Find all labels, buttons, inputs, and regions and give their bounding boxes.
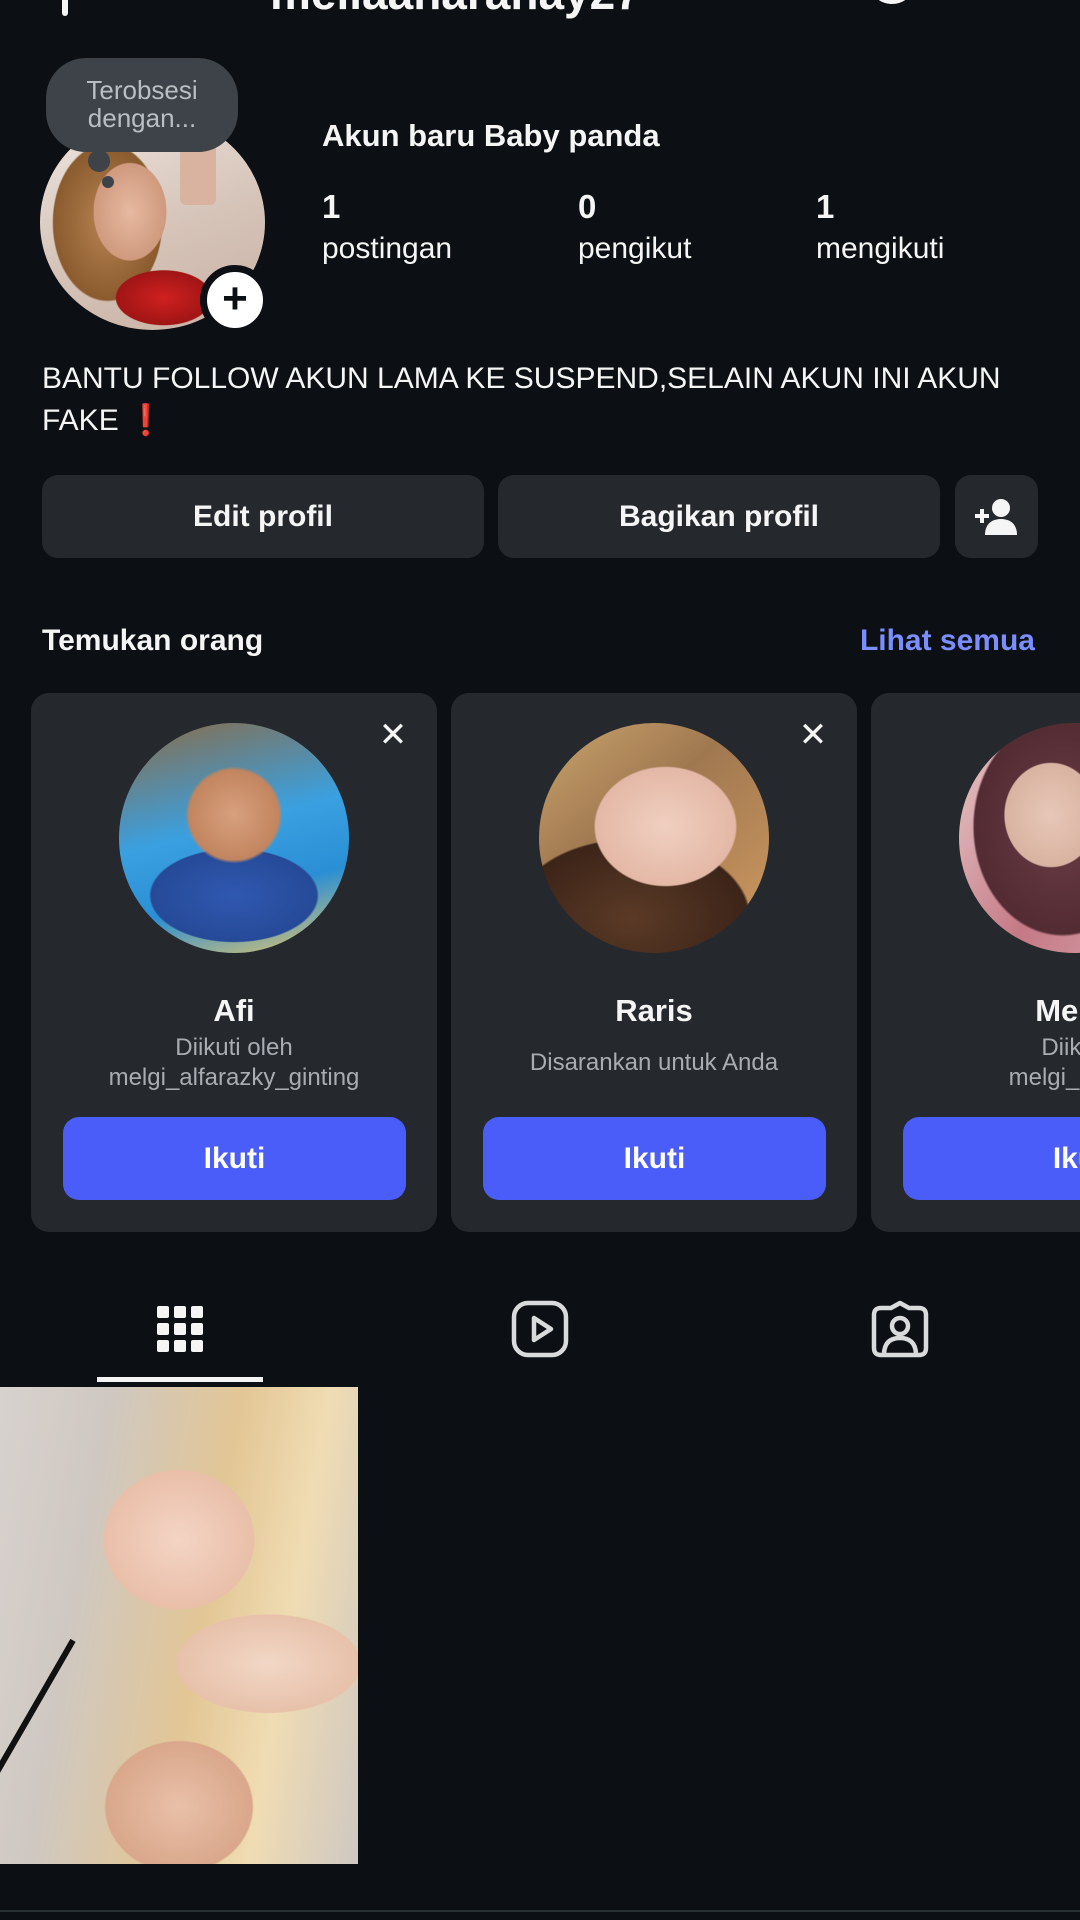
suggestion-card[interactable]: Melis Diikuti melgi_alfara Iku bbox=[871, 693, 1080, 1232]
suggestion-reason-user: melgi_alfara bbox=[1008, 1064, 1080, 1091]
top-bar: meliaaharahay27 bbox=[0, 0, 1080, 26]
profile-tabs bbox=[0, 1288, 1080, 1384]
stat-label: mengikuti bbox=[816, 232, 945, 265]
suggestion-avatar[interactable] bbox=[119, 723, 349, 953]
follow-button[interactable]: Ikuti bbox=[483, 1117, 826, 1200]
suggest-people-button[interactable] bbox=[955, 475, 1038, 558]
follow-button[interactable]: Iku bbox=[903, 1117, 1080, 1200]
suggestion-avatar[interactable] bbox=[539, 723, 769, 953]
suggestion-reason: Disarankan untuk Anda bbox=[529, 1049, 779, 1076]
suggestion-avatar[interactable] bbox=[959, 723, 1080, 953]
stat-value: 1 bbox=[816, 188, 835, 225]
add-story-icon[interactable]: + bbox=[200, 265, 270, 335]
stat-value: 1 bbox=[322, 188, 341, 225]
tab-reels[interactable] bbox=[450, 1288, 630, 1384]
stat-posts[interactable]: 1 postingan bbox=[322, 188, 452, 266]
divider bbox=[0, 1910, 1080, 1912]
close-icon[interactable]: ✕ bbox=[793, 715, 833, 755]
threads-icon[interactable] bbox=[868, 0, 916, 4]
suggestion-reason: Diikuti bbox=[1041, 1034, 1080, 1061]
suggestion-reason-user: melgi_alfarazky_ginting bbox=[108, 1064, 360, 1091]
suggestion-card[interactable]: ✕ Raris Disarankan untuk Anda Ikuti bbox=[451, 693, 857, 1232]
stat-followers[interactable]: 0 pengikut bbox=[578, 188, 691, 266]
suggestion-reason: Diikuti oleh bbox=[175, 1034, 293, 1061]
stat-label: pengikut bbox=[578, 232, 692, 265]
stat-label: postingan bbox=[322, 232, 453, 265]
tab-posts[interactable] bbox=[90, 1288, 270, 1384]
reels-icon bbox=[511, 1300, 569, 1358]
tagged-icon bbox=[871, 1300, 929, 1358]
suggestion-name: Afi bbox=[213, 993, 255, 1028]
bio-text: BANTU FOLLOW AKUN LAMA KE SUSPEND,SELAIN… bbox=[42, 362, 1001, 437]
discover-people-title: Temukan orang bbox=[42, 624, 264, 657]
suggestion-carousel[interactable]: ✕ Afi Diikuti oleh melgi_alfarazky_ginti… bbox=[31, 693, 1080, 1233]
stat-value: 0 bbox=[578, 188, 597, 225]
add-person-icon bbox=[975, 499, 1017, 535]
note-text: Terobsesi dengan... bbox=[86, 75, 198, 133]
share-profile-button[interactable]: Bagikan profil bbox=[498, 475, 940, 558]
display-name: Akun baru Baby panda bbox=[322, 118, 660, 153]
note-bubble[interactable]: Terobsesi dengan... bbox=[46, 58, 238, 188]
grid-icon bbox=[157, 1306, 203, 1352]
see-all-link[interactable]: Lihat semua bbox=[860, 624, 1035, 658]
profile-screen: meliaaharahay27 + Terobsesi dengan... Ak… bbox=[0, 0, 1080, 1920]
close-icon[interactable]: ✕ bbox=[373, 715, 413, 755]
suggestion-card[interactable]: ✕ Afi Diikuti oleh melgi_alfarazky_ginti… bbox=[31, 693, 437, 1232]
suggestion-name: Raris bbox=[615, 993, 693, 1028]
post-thumbnail[interactable] bbox=[0, 1387, 358, 1864]
stat-following[interactable]: 1 mengikuti bbox=[816, 188, 944, 266]
back-icon[interactable] bbox=[62, 0, 68, 16]
suggestion-name: Melis bbox=[1035, 993, 1080, 1028]
username: meliaaharahay27 bbox=[270, 0, 641, 20]
active-tab-indicator bbox=[97, 1377, 263, 1382]
follow-button[interactable]: Ikuti bbox=[63, 1117, 406, 1200]
edit-profile-button[interactable]: Edit profil bbox=[42, 475, 484, 558]
tab-tagged[interactable] bbox=[810, 1288, 990, 1384]
